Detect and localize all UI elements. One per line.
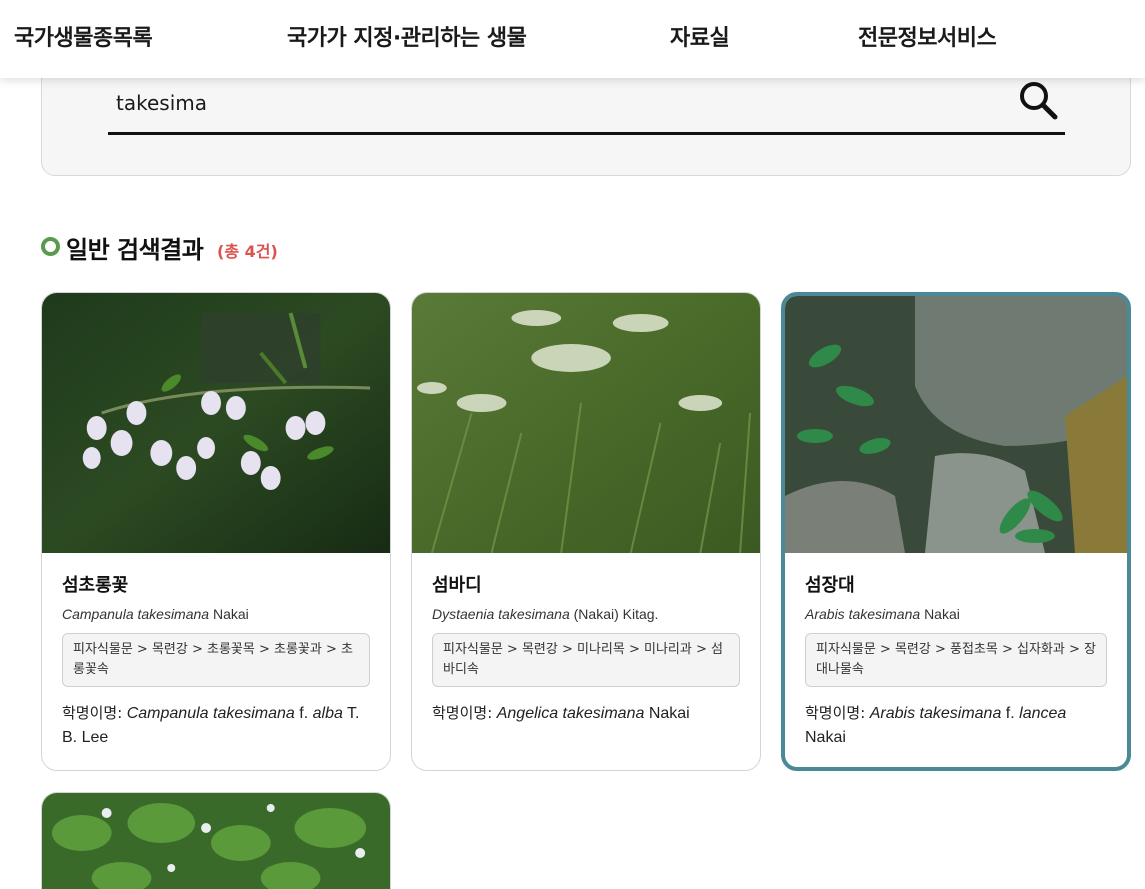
nav-item-expert-service[interactable]: 전문정보서비스 [858, 20, 997, 52]
search-input[interactable] [108, 85, 1008, 121]
scientific-synonym: 학명이명: Arabis takesimana f. lancea Nakai [805, 704, 1067, 746]
search-button[interactable] [1017, 79, 1061, 123]
species-photo [412, 293, 760, 553]
nav-item-species-list[interactable]: 국가생물종목록 [14, 20, 153, 52]
result-card-1[interactable]: 섬초롱꽃 Campanula takesimana Nakai 피자식물문 > … [41, 292, 391, 771]
search-icon [1020, 82, 1058, 120]
search-underline [108, 132, 1065, 135]
taxonomy-path: 피자식물문 > 목련강 > 미나리목 > 미나리과 > 섬바디속 [432, 633, 740, 687]
species-scientific-name: Arabis takesimana Nakai [805, 606, 960, 622]
species-scientific-name: Campanula takesimana Nakai [62, 606, 249, 622]
result-card-3[interactable]: 섬장대 Arabis takesimana Nakai 피자식물문 > 목련강 … [781, 292, 1131, 771]
scientific-synonym: 학명이명: Campanula takesimana f. alba T. B.… [62, 704, 360, 746]
nav-item-archive[interactable]: 자료실 [670, 20, 730, 52]
species-korean-name: 섬바디 [432, 575, 482, 596]
taxonomy-path: 피자식물문 > 목련강 > 풍접초목 > 십자화과 > 장대나물속 [805, 633, 1107, 687]
results-title: 일반 검색결과 [66, 236, 204, 264]
results-count: (총 4건) [217, 242, 278, 261]
taxonomy-path: 피자식물문 > 목련강 > 초롱꽃목 > 초롱꽃과 > 초롱꽃속 [62, 633, 370, 687]
result-card-2[interactable]: 섬바디 Dystaenia takesimana (Nakai) Kitag. … [411, 292, 761, 771]
species-photo [42, 293, 390, 553]
top-navigation: 국가생물종목록 국가가 지정·관리하는 생물 자료실 전문정보서비스 [0, 0, 1145, 78]
species-korean-name: 섬장대 [805, 575, 855, 596]
species-photo [785, 296, 1127, 553]
species-scientific-name: Dystaenia takesimana (Nakai) Kitag. [432, 606, 659, 622]
species-korean-name: 섬초롱꽃 [62, 575, 129, 596]
scientific-synonym: 학명이명: Angelica takesimana Nakai [432, 704, 690, 722]
result-card-4[interactable] [41, 792, 391, 889]
species-photo [42, 793, 390, 889]
circle-icon [41, 237, 60, 256]
nav-item-designated-species[interactable]: 국가가 지정·관리하는 생물 [287, 20, 527, 52]
